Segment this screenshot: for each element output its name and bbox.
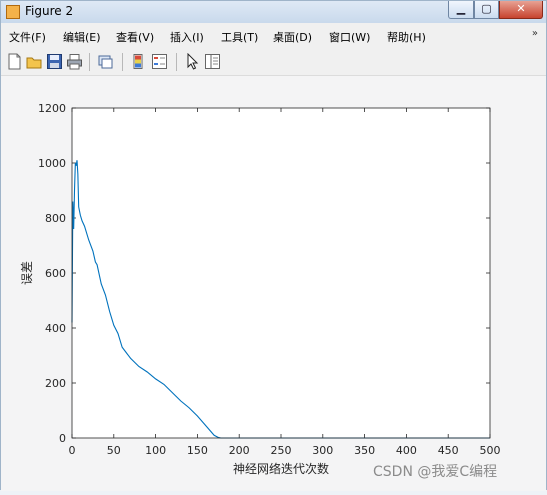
toolbar-separator	[122, 53, 123, 71]
line-chart: 0 50 100 150 200 250 300 350 400 450 500 0 200 400 600…	[20, 102, 501, 476]
link-plot-icon[interactable]	[97, 53, 114, 70]
x-tick-label: 50	[107, 444, 121, 457]
property-editor-icon[interactable]	[204, 53, 221, 70]
legend-icon[interactable]	[151, 53, 168, 70]
menu-window[interactable]: 窗口(W)	[329, 29, 370, 45]
x-tick-label: 300	[312, 444, 333, 457]
menu-tools[interactable]: 工具(T)	[221, 29, 258, 45]
figure-toolbar	[1, 49, 546, 76]
menu-bar: 文件(F) 编辑(E) 查看(V) 插入(I) 工具(T) 桌面(D) 窗口(W…	[1, 25, 546, 47]
y-tick-label: 600	[45, 267, 66, 280]
x-tick-label: 400	[396, 444, 417, 457]
select-cursor-icon[interactable]	[184, 52, 201, 70]
y-tick-label: 0	[59, 432, 66, 445]
menu-edit[interactable]: 编辑(E)	[63, 29, 101, 45]
y-tick-label: 800	[45, 212, 66, 225]
y-tick-label: 200	[45, 377, 66, 390]
chevron-right-icon[interactable]: »	[532, 28, 538, 39]
x-tick-label: 250	[271, 444, 292, 457]
new-figure-icon[interactable]	[6, 53, 23, 70]
y-tick-label: 1200	[38, 102, 66, 115]
plot-area	[72, 108, 490, 438]
toolbar-separator	[89, 53, 90, 71]
x-tick-label: 0	[69, 444, 76, 457]
figure-canvas: 0 50 100 150 200 250 300 350 400 450 500 0 200 400 600…	[1, 76, 546, 491]
title-bar[interactable]: Figure 2 ▁ ▢ ✕	[1, 1, 546, 23]
y-tick-label: 400	[45, 322, 66, 335]
toolbar-separator	[176, 53, 177, 71]
x-tick-label: 100	[145, 444, 166, 457]
watermark-text: CSDN @我爱C编程	[373, 464, 498, 480]
x-tick-label: 350	[354, 444, 375, 457]
y-axis-label: 误差	[20, 261, 34, 285]
window-title: Figure 2	[25, 4, 74, 18]
x-tick-label: 500	[480, 444, 501, 457]
y-tick-label: 1000	[38, 157, 66, 170]
minimize-button[interactable]: ▁	[448, 1, 474, 19]
menu-insert[interactable]: 插入(I)	[170, 29, 204, 45]
close-button[interactable]: ✕	[499, 1, 543, 19]
maximize-button[interactable]: ▢	[474, 1, 499, 19]
x-tick-label: 150	[187, 444, 208, 457]
open-file-icon[interactable]	[26, 53, 43, 70]
figure-window: Figure 2 ▁ ▢ ✕ 文件(F) 编辑(E) 查看(V) 插入(I) 工…	[0, 0, 547, 491]
colorbar-icon[interactable]	[130, 53, 147, 70]
menu-view[interactable]: 查看(V)	[116, 29, 154, 45]
x-axis-label: 神经网络迭代次数	[233, 461, 329, 476]
x-tick-label: 200	[229, 444, 250, 457]
menu-file[interactable]: 文件(F)	[9, 29, 46, 45]
print-icon[interactable]	[66, 53, 83, 70]
x-tick-label: 450	[438, 444, 459, 457]
save-icon[interactable]	[46, 53, 63, 70]
menu-help[interactable]: 帮助(H)	[387, 29, 426, 45]
menu-desktop[interactable]: 桌面(D)	[273, 29, 312, 45]
matlab-logo-icon	[6, 5, 20, 19]
